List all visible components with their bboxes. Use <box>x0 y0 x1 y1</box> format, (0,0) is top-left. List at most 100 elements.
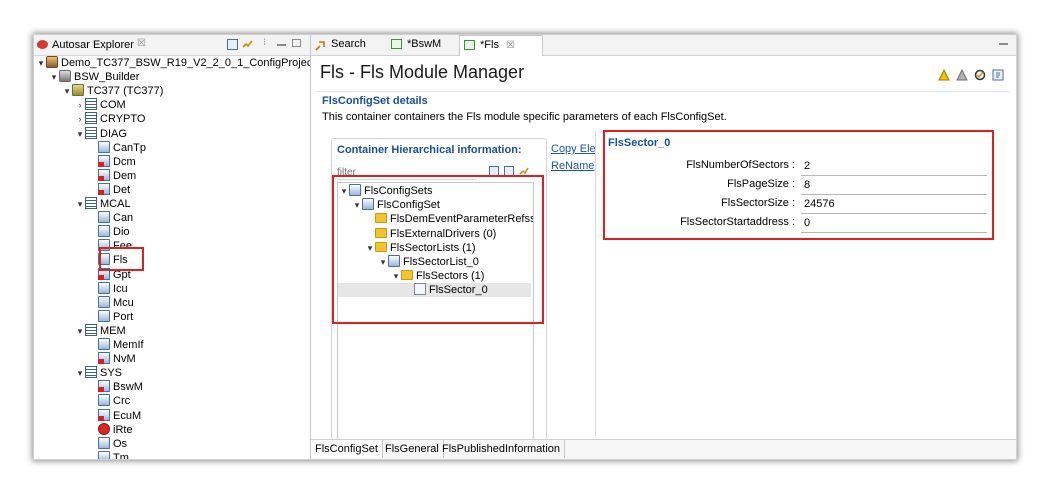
explorer-tree-item[interactable]: MemIf <box>88 338 144 352</box>
explorer-title: Autosar Explorer <box>52 39 134 51</box>
expand-toggle-icon[interactable]: ▾ <box>365 241 375 255</box>
editor-tab-bar: Search *BswM *Fls ☒ <box>311 35 1016 56</box>
tree-item-label: Can <box>113 212 134 225</box>
copy-element-link[interactable]: Copy Ele <box>551 141 596 158</box>
hierarchy-tree-item[interactable]: ▾ FlsSectorList_0 <box>378 255 479 269</box>
help-icon[interactable] <box>992 69 1004 81</box>
collapse-icon[interactable] <box>489 166 499 176</box>
explorer-tree-item[interactable]: BswM <box>88 380 143 394</box>
tab-fls[interactable]: *Fls ☒ <box>459 35 543 56</box>
expand-toggle-icon[interactable]: ▾ <box>378 255 388 269</box>
explorer-tree-item[interactable]: ▾ Demo_TC377_BSW_R19_V2_2_0_1_ConfigProje… <box>36 56 310 70</box>
warning-grey-icon[interactable] <box>956 68 968 81</box>
expand-toggle-icon[interactable]: › <box>75 98 85 112</box>
explorer-tree-item[interactable]: Dcm <box>88 154 136 169</box>
tree-item-label: CanTp <box>113 141 147 154</box>
explorer-tree-item[interactable]: › COM <box>75 98 126 112</box>
tree-item-label: FlsConfigSets <box>364 185 433 197</box>
view-menu-icon[interactable]: ⁝ <box>263 37 274 48</box>
tree-item-label: EcuM <box>113 409 142 422</box>
explorer-tree-item[interactable]: iRte <box>88 422 133 437</box>
field-value-input[interactable] <box>801 157 987 176</box>
explorer-tree-item[interactable]: Crc <box>88 394 130 408</box>
hierarchy-tree-item[interactable]: ▾ FlsConfigSets <box>339 184 432 198</box>
explorer-tree-item[interactable]: Can <box>88 211 133 225</box>
expand-toggle-icon[interactable]: ▾ <box>391 269 401 283</box>
expand-toggle-icon[interactable]: ▾ <box>75 324 85 338</box>
file-icon <box>414 283 426 296</box>
hierarchy-tree-item[interactable]: FlsSector_0 <box>338 283 531 298</box>
hierarchy-tree-item[interactable]: ▾ FlsSectorLists (1) <box>365 241 476 255</box>
explorer-tree-item[interactable]: › CRYPTO <box>75 112 145 126</box>
tree-item-label: SYS <box>100 367 123 380</box>
hierarchy-tree-item[interactable]: ▾ FlsSectors (1) <box>391 269 484 283</box>
link-with-editor-icon[interactable] <box>242 39 253 50</box>
warning-icon[interactable] <box>938 68 950 81</box>
field-value-input[interactable] <box>801 195 987 214</box>
hierarchy-tree-item[interactable]: FlsExternalDrivers (0) <box>365 227 496 241</box>
explorer-tree-item[interactable]: ▾ BSW_Builder <box>49 70 139 84</box>
module-icon <box>98 140 110 153</box>
explorer-tree-item[interactable]: ▾ SYS <box>75 366 122 380</box>
explorer-tree-item[interactable]: Dio <box>88 225 130 239</box>
explorer-tree-item[interactable]: ▾ TC377 (TC377) <box>62 84 163 98</box>
tab-search[interactable]: Search <box>311 35 393 54</box>
tree-item-label: FlsSectorLists (1) <box>390 241 476 254</box>
explorer-tree-item[interactable]: ▾ MCAL <box>75 197 131 211</box>
collapse-all-icon[interactable] <box>227 39 238 50</box>
explorer-tree-item[interactable]: Mcu <box>88 295 134 310</box>
explorer-tree-item[interactable]: Tm <box>88 450 129 459</box>
explorer-tree-item[interactable]: CanTp <box>88 140 147 155</box>
module-error-icon <box>98 380 110 393</box>
explorer-tree-item[interactable]: Os <box>88 436 127 451</box>
tab-fls-published-information[interactable]: FlsPublishedInformation <box>438 440 566 458</box>
close-tab-icon[interactable]: ☒ <box>506 40 515 51</box>
tree-item-label: FlsConfigSet <box>377 199 440 212</box>
module-error-icon <box>98 168 110 181</box>
field-value-input[interactable] <box>801 214 987 233</box>
filter-input[interactable] <box>337 165 477 180</box>
maximize-icon[interactable] <box>292 39 301 47</box>
tree-item-label: Fls <box>113 254 128 267</box>
expand-toggle-icon[interactable]: ▾ <box>75 366 85 380</box>
explorer-tree-item[interactable]: Port <box>88 309 133 324</box>
validate-icon[interactable] <box>974 69 986 81</box>
explorer-tree-item[interactable]: NvM <box>88 352 136 366</box>
expand-toggle-icon[interactable]: › <box>75 112 85 126</box>
minimize-icon[interactable] <box>277 44 286 46</box>
module-icon <box>349 184 361 196</box>
hierarchy-tree-item[interactable]: ▾ FlsConfigSet <box>352 198 440 212</box>
expand-toggle-icon[interactable]: ▾ <box>62 84 72 98</box>
expand-toggle-icon[interactable]: ▾ <box>75 197 85 211</box>
explorer-tree-item[interactable]: Det <box>88 182 130 197</box>
expand-toggle-icon[interactable]: ▾ <box>339 184 349 198</box>
expand-toggle-icon[interactable]: ▾ <box>75 127 85 141</box>
tab-fls-config-set[interactable]: FlsConfigSet <box>311 440 383 458</box>
explorer-tree-item[interactable]: Fee <box>88 239 132 253</box>
explorer-tree-item[interactable]: Gpt <box>88 267 131 282</box>
close-icon[interactable]: ☒ <box>137 38 146 49</box>
module-icon <box>98 436 110 449</box>
list-icon <box>85 323 97 336</box>
explorer-tree-item[interactable]: Icu <box>88 281 128 296</box>
explorer-tree-item[interactable]: EcuM <box>88 408 142 423</box>
hierarchy-tree-item[interactable]: FlsDemEventParameterRefss <box>365 212 533 226</box>
container-hierarchy-panel: Container Hierarchical information: ▾Fls… <box>331 138 547 440</box>
field-value-input[interactable] <box>801 176 987 195</box>
explorer-tree-item[interactable]: ▾ MEM <box>75 323 126 338</box>
explorer-tree-item[interactable]: Dem <box>88 168 136 183</box>
tab-bswm[interactable]: *BswM <box>387 35 467 54</box>
expand-icon[interactable] <box>504 166 515 176</box>
expand-toggle-icon[interactable]: ▾ <box>36 56 46 70</box>
minimize-icon[interactable] <box>999 43 1008 45</box>
tab-fls-general[interactable]: FlsGeneral <box>381 440 444 458</box>
explorer-tree-item[interactable]: ▾ DIAG <box>75 126 127 141</box>
expand-toggle-icon[interactable]: ▾ <box>352 198 362 212</box>
explorer-view-tab[interactable]: Autosar Explorer ☒ ⁝ <box>34 35 310 56</box>
link-icon[interactable] <box>519 166 529 176</box>
folder-icon <box>375 213 387 224</box>
tree-item-label: Mcu <box>113 296 134 309</box>
explorer-tree-item[interactable]: Fls <box>88 253 128 267</box>
expand-toggle-icon[interactable]: ▾ <box>49 70 59 84</box>
rename-link[interactable]: ReName <box>551 158 596 175</box>
